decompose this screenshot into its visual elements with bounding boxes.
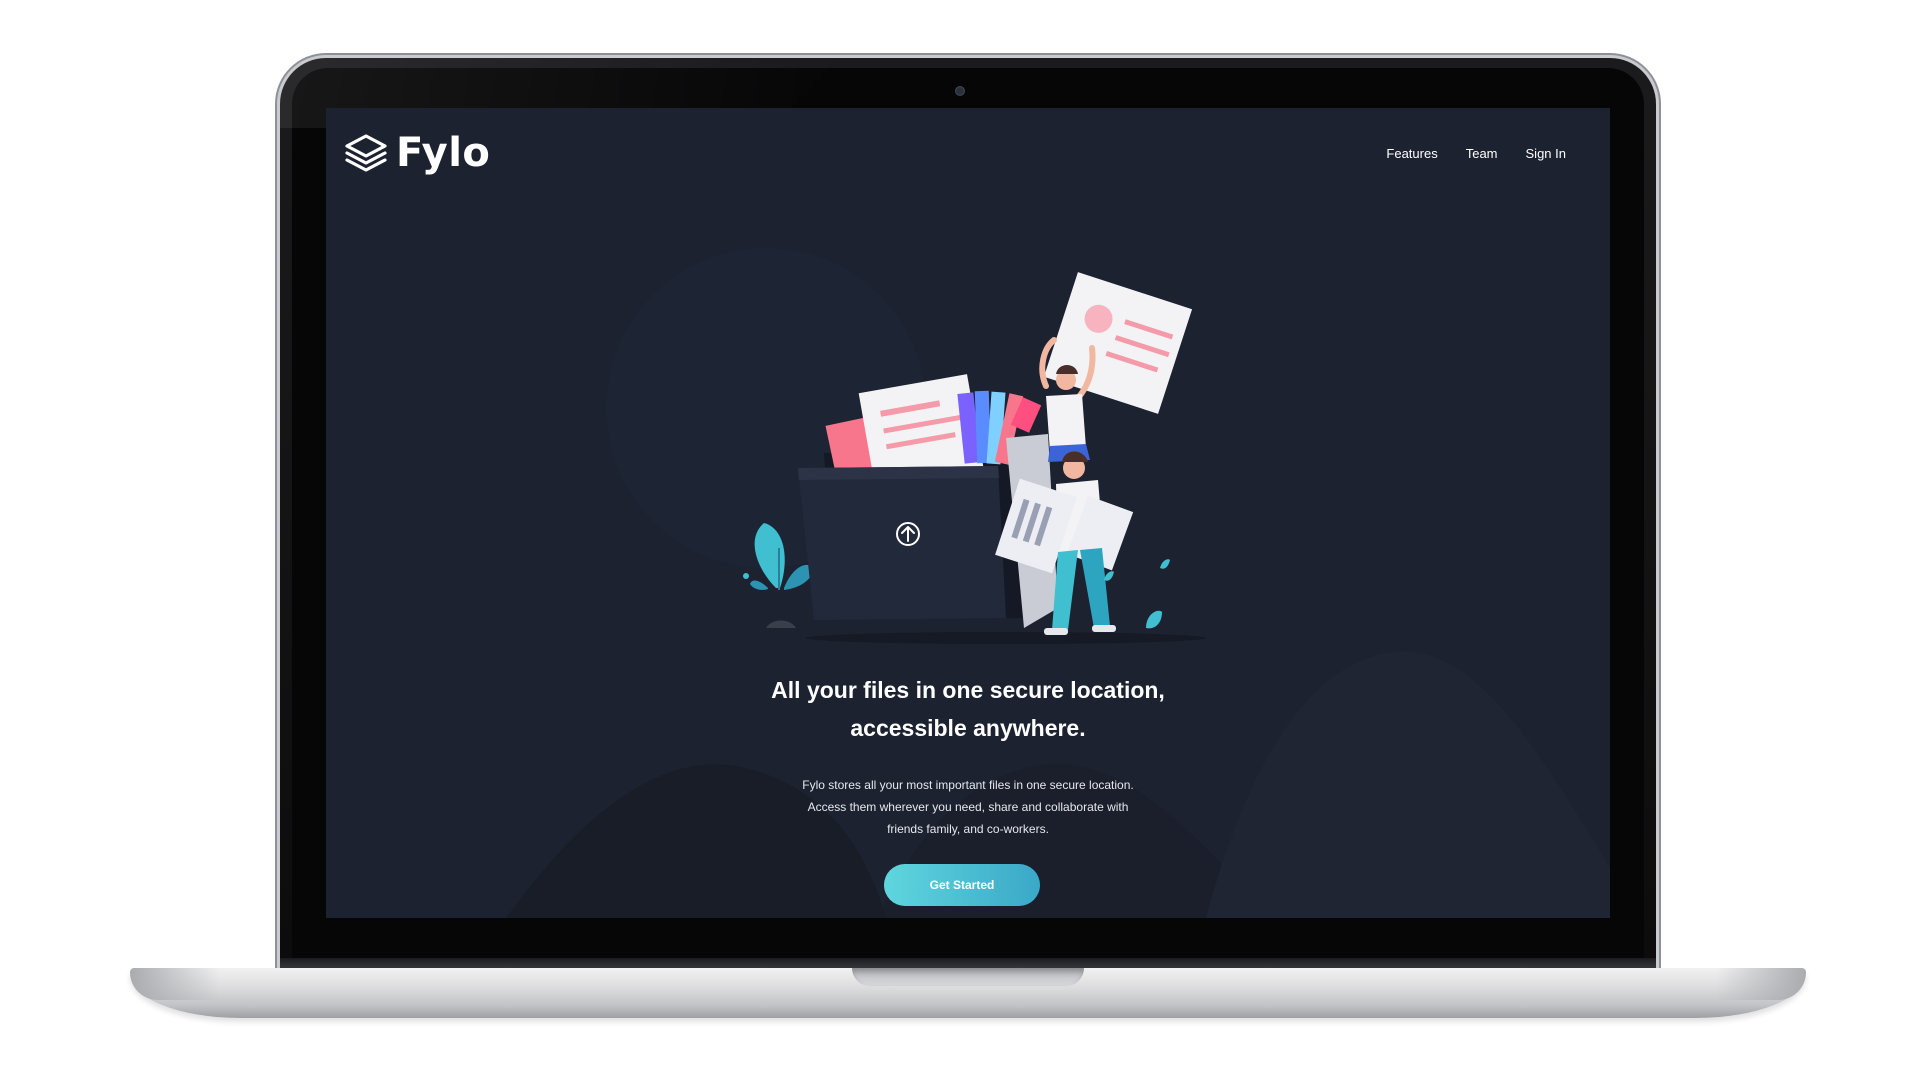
nav-links: Features Team Sign In bbox=[1386, 146, 1566, 161]
headline-line-1: All your files in one secure location, bbox=[771, 677, 1165, 703]
hero-description: Fylo stores all your most important file… bbox=[718, 774, 1218, 840]
laptop-base-edge-left bbox=[130, 968, 220, 1000]
description-line-3: friends family, and co-workers. bbox=[887, 822, 1049, 836]
description-line-1: Fylo stores all your most important file… bbox=[802, 778, 1134, 792]
laptop-notch bbox=[852, 968, 1084, 986]
layers-icon bbox=[345, 134, 387, 172]
laptop-base-edge-right bbox=[1716, 968, 1806, 1000]
webcam-icon bbox=[955, 86, 965, 96]
brand-name: Fylo bbox=[396, 130, 491, 176]
hero-headline: All your files in one secure location, a… bbox=[668, 671, 1268, 747]
nav-link-team[interactable]: Team bbox=[1466, 146, 1498, 161]
nav-link-sign-in[interactable]: Sign In bbox=[1526, 146, 1566, 161]
headline-line-2: accessible anywhere. bbox=[850, 715, 1086, 741]
description-line-2: Access them wherever you need, share and… bbox=[807, 800, 1129, 814]
get-started-button[interactable]: Get Started bbox=[884, 864, 1040, 906]
top-nav: Fylo Features Team Sign In bbox=[326, 108, 1610, 208]
hero-illustration bbox=[743, 272, 1206, 644]
logo[interactable]: Fylo bbox=[344, 130, 490, 176]
stage: Fylo Features Team Sign In All your file… bbox=[0, 0, 1920, 1080]
nav-link-features[interactable]: Features bbox=[1386, 146, 1437, 161]
person-top bbox=[1039, 272, 1193, 462]
screen: Fylo Features Team Sign In All your file… bbox=[326, 108, 1610, 918]
